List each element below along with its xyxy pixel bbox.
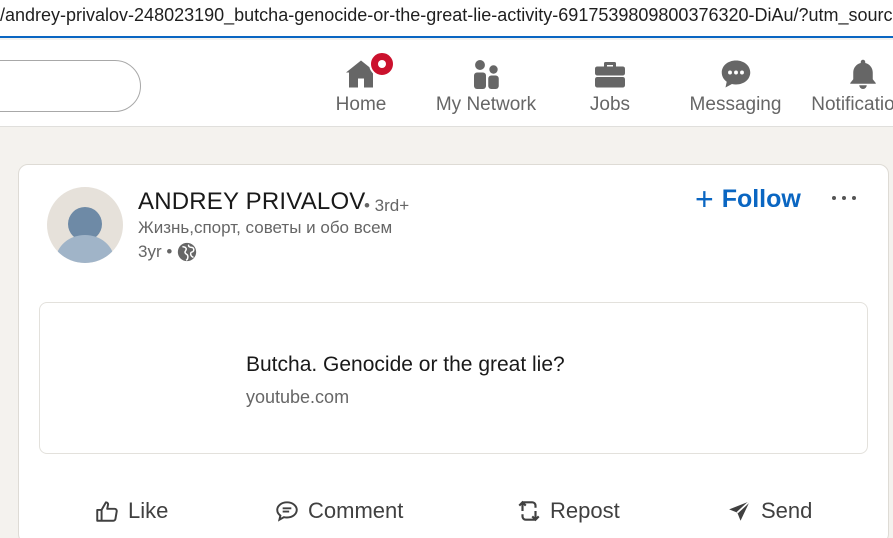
post-card: ANDREY PRIVALOV • 3rd+ Жизнь,спорт, сове… xyxy=(18,164,889,538)
avatar[interactable] xyxy=(47,187,123,263)
like-button[interactable]: Like xyxy=(94,491,168,531)
author-headline: Жизнь,спорт, советы и обо всем xyxy=(138,218,393,237)
like-label: Like xyxy=(128,498,169,523)
plus-icon: + xyxy=(695,181,714,217)
article-preview[interactable]: Butcha. Genocide or the great lie? youtu… xyxy=(39,302,868,454)
nav-notifications[interactable]: Notifications xyxy=(808,40,893,126)
repost-label: Repost xyxy=(550,498,620,523)
nav-jobs[interactable]: Jobs xyxy=(585,40,635,126)
repost-button[interactable]: Repost xyxy=(516,491,620,531)
article-domain: youtube.com xyxy=(246,387,350,407)
global-nav: Home My Network Jobs Messaging Notificat… xyxy=(0,40,893,127)
nav-messaging-label: Messaging xyxy=(689,94,782,115)
social-actions: Like Comment Repost Send xyxy=(19,487,890,537)
nav-jobs-label: Jobs xyxy=(589,94,631,115)
browser-address-bar[interactable]: /andrey-privalov-248023190_butcha-genoci… xyxy=(0,0,893,38)
post-time: 3yr • xyxy=(138,242,173,261)
nav-messaging[interactable]: Messaging xyxy=(688,40,783,126)
send-icon xyxy=(729,500,751,521)
network-icon xyxy=(468,56,504,92)
nav-my-network[interactable]: My Network xyxy=(430,40,542,126)
url-text[interactable]: /andrey-privalov-248023190_butcha-genoci… xyxy=(0,5,893,26)
nav-home-label: Home xyxy=(335,94,387,115)
globe-icon xyxy=(176,241,198,263)
author-name[interactable]: ANDREY PRIVALOV xyxy=(138,188,366,216)
comment-icon xyxy=(276,501,298,522)
article-title[interactable]: Butcha. Genocide or the great lie? xyxy=(246,353,565,377)
follow-button[interactable]: + Follow xyxy=(695,182,801,216)
home-icon xyxy=(343,51,395,92)
thumbs-up-icon xyxy=(96,501,118,522)
notification-badge xyxy=(369,51,395,77)
bell-icon xyxy=(845,56,881,92)
nav-home[interactable]: Home xyxy=(335,40,395,126)
connection-degree: • 3rd+ xyxy=(364,196,410,215)
nav-my-network-label: My Network xyxy=(435,94,537,115)
comment-button[interactable]: Comment xyxy=(274,491,403,531)
briefcase-icon xyxy=(592,56,628,92)
follow-label: Follow xyxy=(721,184,801,213)
search-input[interactable] xyxy=(0,60,141,112)
repost-icon xyxy=(518,500,540,522)
send-button[interactable]: Send xyxy=(727,491,812,531)
nav-notifications-label: Notifications xyxy=(811,94,893,115)
post-meta: 3yr • xyxy=(138,241,198,263)
comment-label: Comment xyxy=(308,498,404,523)
send-label: Send xyxy=(761,498,813,523)
messaging-icon xyxy=(718,56,754,92)
more-options-icon[interactable] xyxy=(829,183,859,213)
